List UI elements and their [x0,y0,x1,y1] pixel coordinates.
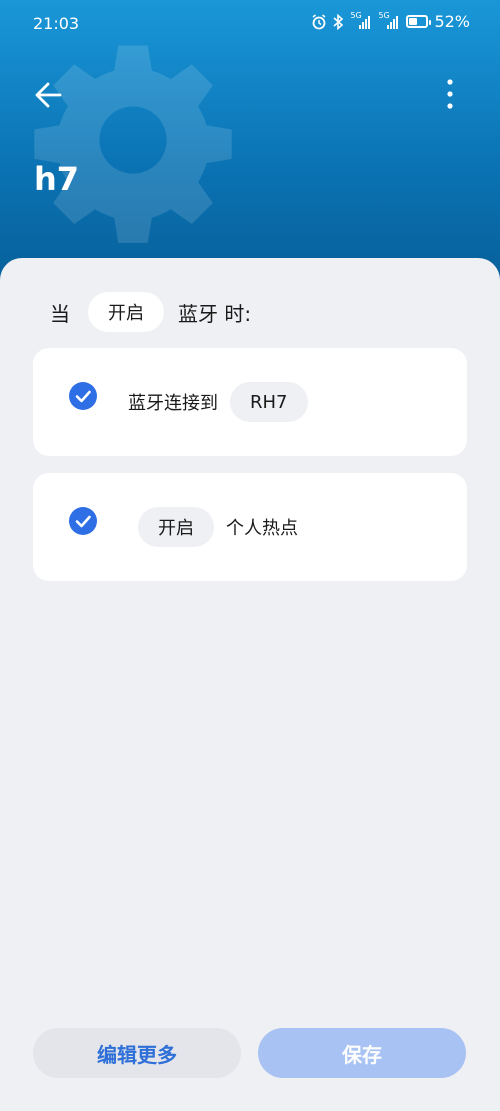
condition-subject: 蓝牙 时: [178,301,252,326]
check-icon[interactable] [69,507,97,535]
page-title: h7 [34,160,80,198]
device-selector[interactable]: RH7 [230,382,308,422]
status-bar: 21:03 5G 5G 52% [0,0,500,46]
action-description: 蓝牙连接到 RH7 [128,382,308,422]
gear-icon [34,45,232,243]
alarm-icon [312,13,326,29]
edit-more-button[interactable]: 编辑更多 [33,1028,241,1078]
check-icon[interactable] [69,382,97,410]
action-description: 开启 个人热点 [138,507,298,547]
action-card-bluetooth[interactable]: 蓝牙连接到 RH7 [33,348,467,456]
signal-icon-2: 5G [378,11,400,30]
status-icons: 5G 5G 52% [311,11,470,31]
more-vertical-icon[interactable] [436,76,464,114]
battery-icon [406,15,432,28]
signal-icon-1: 5G [350,11,372,30]
action-label: 蓝牙连接到 [128,393,218,414]
header: 21:03 5G 5G 52% h7 [0,0,500,290]
battery-fill [409,18,418,25]
trigger-state-selector[interactable]: 开启 [88,292,164,332]
hotspot-state-selector[interactable]: 开启 [138,507,214,547]
condition-prefix: 当 [50,301,70,326]
battery-percent: 52% [434,12,470,31]
status-time: 21:03 [33,14,80,33]
action-label: 个人热点 [226,518,298,539]
save-button[interactable]: 保存 [258,1028,466,1078]
trigger-condition: 当 开启 蓝牙 时: [50,292,251,332]
action-card-hotspot[interactable]: 开启 个人热点 [33,473,467,581]
bluetooth-icon [333,13,344,30]
arrow-left-icon[interactable] [30,76,68,114]
